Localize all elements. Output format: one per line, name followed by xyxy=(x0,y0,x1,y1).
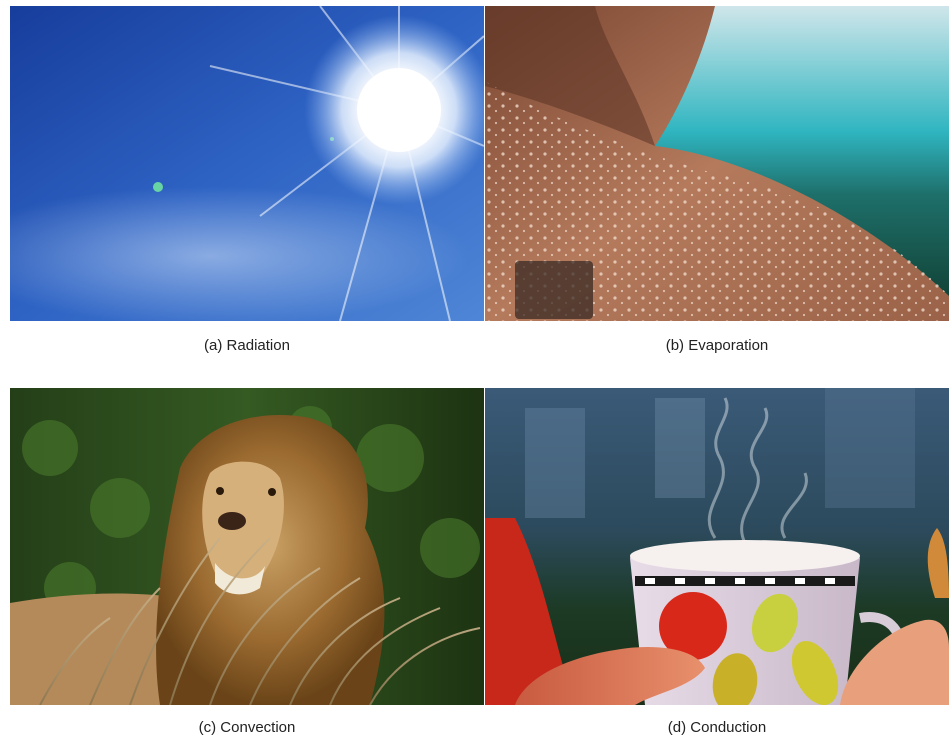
caption-radiation: (a) Radiation xyxy=(204,337,290,354)
convection-photo xyxy=(10,388,484,705)
caption-evaporation: (b) Evaporation xyxy=(665,337,769,354)
radiation-photo xyxy=(10,6,484,321)
conduction-photo xyxy=(485,388,949,705)
caption-convection: (c) Convection xyxy=(198,719,296,736)
caption-conduction: (d) Conduction xyxy=(667,719,767,736)
evaporation-photo xyxy=(485,6,949,321)
